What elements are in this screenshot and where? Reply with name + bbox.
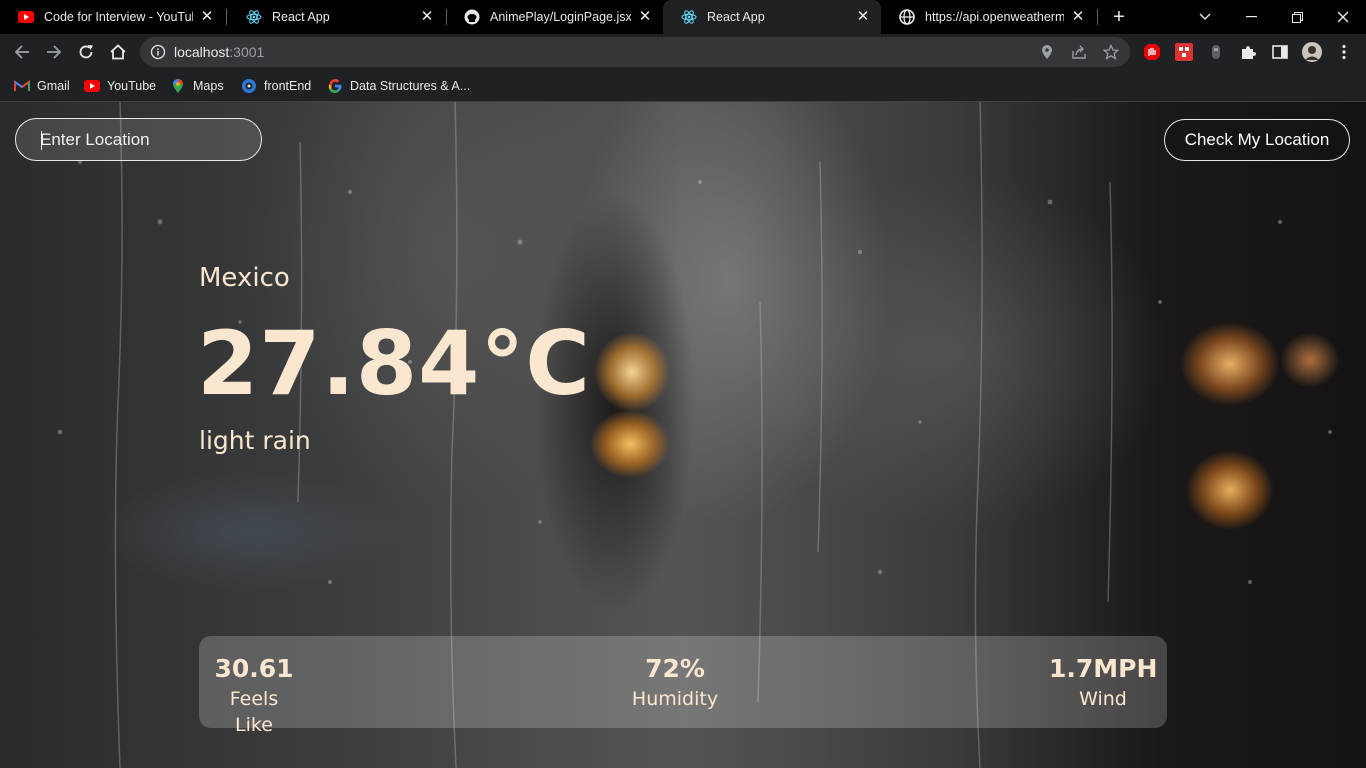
info-icon[interactable] — [150, 44, 166, 60]
side-panel-icon[interactable] — [1270, 42, 1290, 62]
tab-title: React App — [272, 10, 330, 24]
close-icon[interactable]: ✕ — [637, 9, 653, 25]
minimize-button[interactable] — [1228, 0, 1274, 34]
url-host: localhost — [174, 44, 230, 60]
globe-icon — [899, 9, 915, 25]
tab-openweather[interactable]: https://api.openweathermap. ✕ — [881, 0, 1096, 34]
close-icon[interactable]: ✕ — [199, 9, 215, 25]
maps-icon — [170, 78, 186, 94]
close-icon[interactable]: ✕ — [419, 9, 435, 25]
tab-title: AnimePlay/LoginPage.jsx at m — [490, 10, 631, 24]
close-icon[interactable]: ✕ — [1070, 9, 1086, 25]
stat-humidity: 72% Humidity — [623, 652, 727, 712]
stat-wind: 1.7MPH Wind — [1049, 652, 1157, 712]
weather-app: Check My Location Mexico 27.84°C light r… — [0, 102, 1366, 768]
tab-search-chevron-icon[interactable] — [1182, 0, 1228, 34]
home-button[interactable] — [104, 38, 132, 66]
profile-avatar[interactable] — [1302, 42, 1322, 62]
google-icon — [327, 78, 343, 94]
text-cursor — [41, 131, 42, 150]
tab-github[interactable]: AnimePlay/LoginPage.jsx at m ✕ — [446, 0, 663, 34]
address-url: localhost:3001 — [174, 44, 264, 60]
reload-button[interactable] — [72, 38, 100, 66]
folder-icon — [241, 78, 257, 94]
tab-title: Code for Interview - YouTube — [44, 10, 193, 24]
adblock-extension-icon[interactable] — [1142, 42, 1162, 62]
close-icon[interactable]: ✕ — [855, 9, 871, 25]
wind-value: 1.7MPH — [1049, 654, 1158, 683]
feels-like-value: 30.61 — [214, 654, 294, 683]
gmail-icon — [14, 78, 30, 94]
share-icon[interactable] — [1070, 43, 1088, 61]
youtube-icon — [18, 9, 34, 25]
react-icon — [681, 9, 697, 25]
menu-kebab-icon[interactable] — [1334, 42, 1354, 62]
humidity-value: 72% — [645, 654, 705, 683]
bookmark-label: Gmail — [37, 79, 70, 93]
github-icon — [464, 9, 480, 25]
tab-title: React App — [707, 10, 765, 24]
react-icon — [246, 9, 262, 25]
weather-description: light rain — [199, 426, 311, 455]
extension-icon[interactable] — [1206, 42, 1226, 62]
location-search — [15, 118, 262, 161]
location-pin-icon[interactable] — [1038, 43, 1056, 61]
weather-stats-panel: 30.61 Feels Like 72% Humidity 1.7MPH Win… — [199, 636, 1167, 736]
humidity-label: Humidity — [631, 688, 719, 710]
wind-label: Wind — [1079, 688, 1127, 710]
bookmark-youtube[interactable]: YouTube — [84, 77, 156, 95]
pixel-extension-icon[interactable] — [1174, 42, 1194, 62]
bookmark-frontend[interactable]: frontEnd — [241, 77, 311, 95]
location-name: Mexico — [199, 263, 290, 293]
tab-react-app[interactable]: React App ✕ — [228, 0, 445, 34]
bookmark-maps[interactable]: Maps — [170, 77, 224, 95]
url-port: :3001 — [229, 44, 265, 60]
window-close-button[interactable] — [1320, 0, 1366, 34]
check-my-location-button[interactable]: Check My Location — [1164, 119, 1350, 161]
bookmark-label: YouTube — [107, 79, 157, 93]
bookmarks-bar: Gmail YouTube Maps frontEnd Data Structu… — [0, 70, 1366, 102]
bookmark-label: Data Structures & A... — [350, 79, 471, 93]
extensions-puzzle-icon[interactable] — [1238, 42, 1258, 62]
address-bar[interactable]: localhost:3001 — [140, 37, 1130, 67]
tab-strip: Code for Interview - YouTube ✕ React App… — [0, 0, 1366, 34]
bookmark-label: frontEnd — [264, 79, 312, 93]
forward-button[interactable] — [40, 38, 68, 66]
tab-separator — [1097, 9, 1098, 25]
tab-react-app-active[interactable]: React App ✕ — [663, 0, 881, 34]
location-search-input[interactable] — [16, 119, 261, 160]
tab-title: https://api.openweathermap. — [925, 10, 1064, 24]
bookmark-star-icon[interactable] — [1102, 43, 1120, 61]
bookmark-data-structures[interactable]: Data Structures & A... — [327, 77, 470, 95]
back-button[interactable] — [8, 38, 36, 66]
new-tab-button[interactable]: + — [1107, 5, 1131, 29]
stat-feels-like: 30.61 Feels Like — [214, 652, 294, 738]
tab-youtube[interactable]: Code for Interview - YouTube ✕ — [0, 0, 225, 34]
restore-button[interactable] — [1274, 0, 1320, 34]
temperature: 27.84°C — [197, 312, 591, 415]
bookmark-label: Maps — [193, 79, 224, 93]
feels-like-label: Feels Like — [229, 688, 279, 736]
tab-separator — [226, 9, 227, 25]
youtube-icon — [84, 78, 100, 94]
bookmark-gmail[interactable]: Gmail — [14, 77, 70, 95]
